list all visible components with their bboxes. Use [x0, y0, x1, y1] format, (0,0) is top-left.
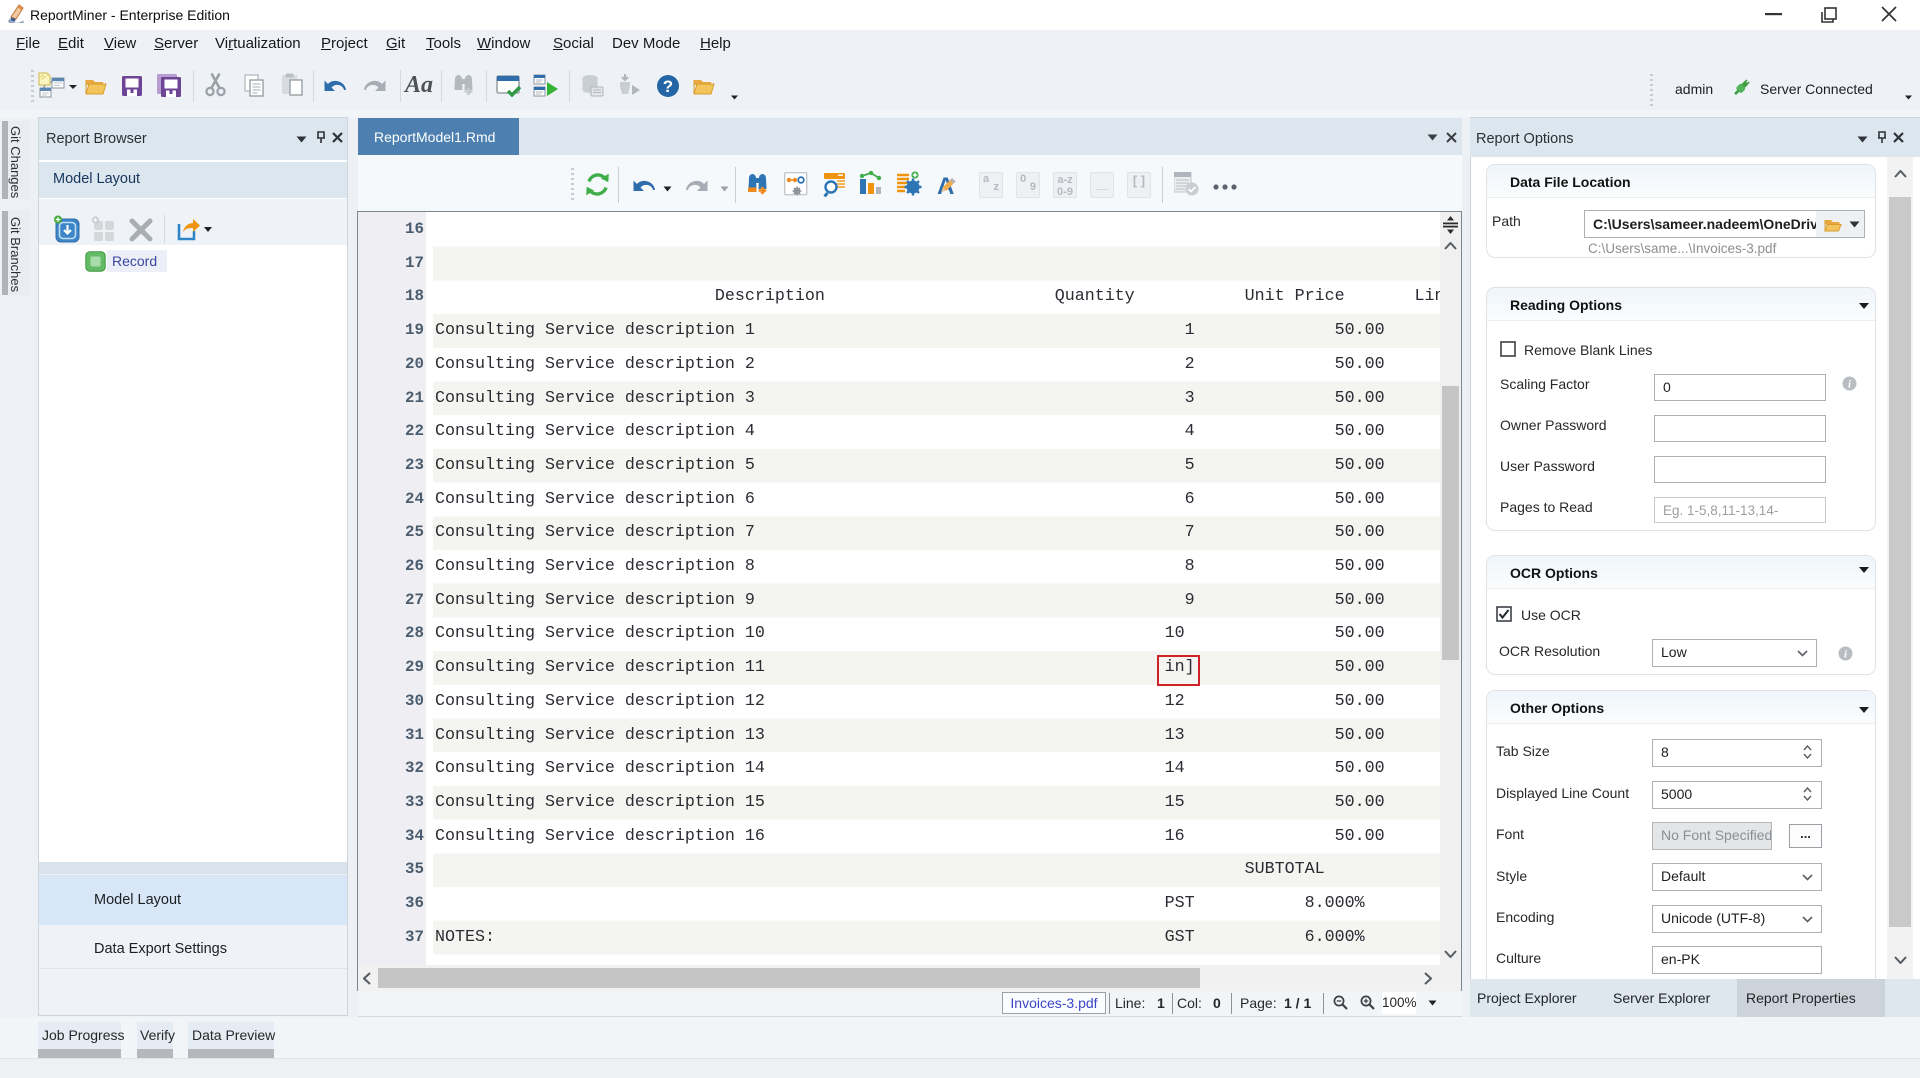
svg-text:?: ?: [663, 77, 673, 96]
